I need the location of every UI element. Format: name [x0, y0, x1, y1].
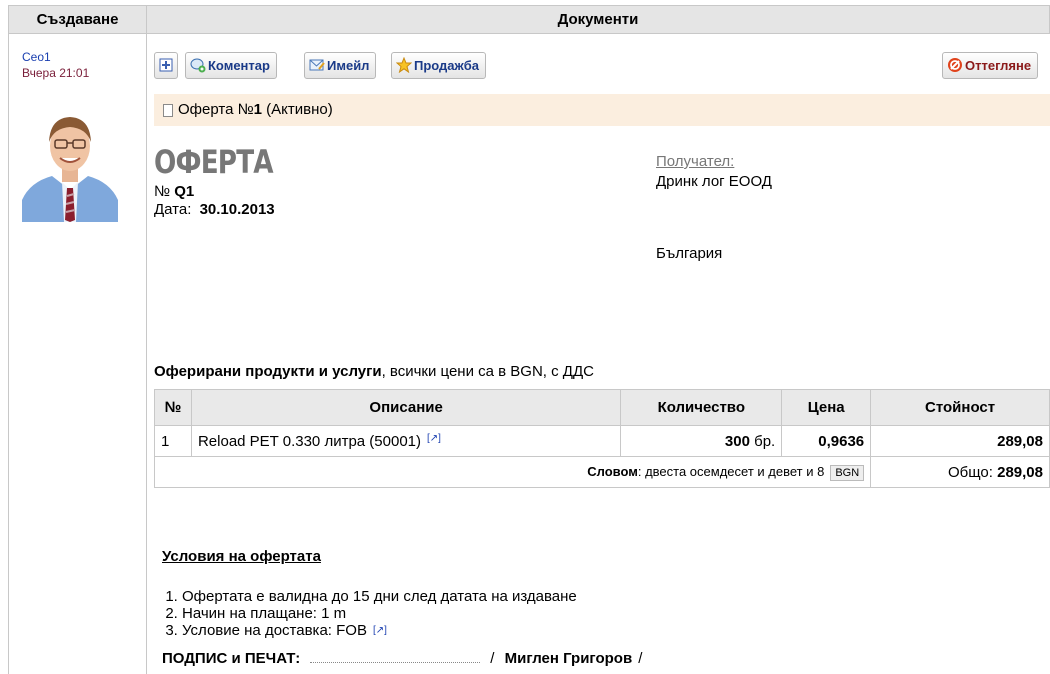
document-title: Оферта №1 (Активно)	[178, 101, 333, 118]
offer-date: 30.10.2013	[199, 201, 275, 218]
row-amount: 289,08	[870, 425, 1050, 457]
signature-dotted-line	[310, 651, 481, 663]
external-link-icon[interactable]: [↗]	[427, 433, 441, 444]
offer-number-line: № Q1	[154, 183, 194, 200]
signature-line: ПОДПИС и ПЕЧАТ: / Миглен Григоров /	[162, 650, 642, 667]
products-intro: Оферирани продукти и услуги, всички цени…	[154, 363, 594, 380]
total-value: 289,08	[997, 463, 1043, 481]
email-label: Имейл	[327, 58, 370, 73]
sale-button[interactable]: Продажба	[391, 52, 487, 79]
row-number: 1	[154, 425, 192, 457]
list-item: Офертата е валидна до 15 дни след датата…	[182, 588, 577, 605]
document-title-bar: Оферта №1 (Активно)	[154, 94, 1050, 126]
creator-column: Ceo1 Вчера 21:01	[8, 34, 147, 674]
created-time: Вчера 21:01	[22, 66, 90, 80]
conditions-title: Условия на офертата	[162, 548, 321, 565]
document-icon	[163, 104, 173, 117]
quantity-unit: бр.	[754, 432, 776, 450]
total-row: Словом: двеста осемдесет и девет и 8 BGN …	[153, 456, 1050, 488]
total-label: Общо:	[947, 463, 993, 481]
reject-button[interactable]: Оттегляне	[942, 52, 1039, 79]
document-number: 1	[253, 101, 263, 118]
plus-icon	[159, 58, 173, 72]
words-value: : двеста осемдесет и девет и 8	[637, 463, 825, 479]
products-note: , всички цени са в BGN, с ДДС	[381, 363, 594, 380]
signature-label: ПОДПИС и ПЕЧАТ:	[162, 650, 301, 667]
product-name: Reload PET 0.330 литра (50001)	[197, 432, 421, 450]
email-button[interactable]: Имейл	[304, 52, 377, 79]
cancel-icon	[948, 58, 962, 72]
list-item: Начин на плащане: 1 m	[182, 605, 577, 622]
row-description: Reload PET 0.330 литра (50001) [↗]	[190, 425, 622, 457]
document-status: (Активно)	[262, 101, 333, 118]
products-table: № Описание Количество Цена Стойност 1 Re…	[153, 389, 1050, 488]
sale-label: Продажба	[414, 58, 480, 73]
column-header-created: Създаване	[8, 5, 147, 34]
table-header-row: № Описание Количество Цена Стойност	[154, 389, 1050, 426]
column-header-documents: Документи	[146, 5, 1050, 34]
list-item: Условие на доставка: FOB [↗]	[182, 622, 577, 639]
comment-button[interactable]: Коментар	[185, 52, 277, 79]
offer-heading: ОФЕРТА	[154, 143, 274, 181]
offer-number-label: №	[154, 183, 171, 200]
column-header-no: №	[154, 389, 192, 426]
currency-badge: BGN	[830, 464, 865, 481]
document-prefix: Оферта №	[178, 101, 254, 118]
comment-label: Коментар	[208, 58, 270, 73]
column-header-amount: Стойност	[870, 389, 1050, 426]
signature-slash-end: /	[638, 650, 643, 667]
comment-icon	[190, 58, 206, 73]
total-cell: Общо: 289,08	[870, 456, 1050, 488]
amount-in-words: Словом: двеста осемдесет и девет и 8 BGN	[153, 456, 872, 488]
reject-label: Оттегляне	[965, 58, 1032, 73]
email-icon	[309, 59, 325, 71]
recipient-country: България	[656, 245, 723, 262]
conditions-list: Офертата е валидна до 15 дни след датата…	[182, 588, 577, 639]
recipient-name: Дринк лог ЕООД	[656, 173, 772, 190]
document-toolbar: Коментар Имейл Продажба Оттегляне	[154, 52, 1050, 82]
table-row: 1 Reload PET 0.330 литра (50001) [↗] 300 …	[154, 425, 1050, 457]
words-label: Словом	[587, 463, 638, 479]
column-header-quantity: Количество	[620, 389, 783, 426]
offer-number: Q1	[174, 183, 195, 200]
offer-date-line: Дата: 30.10.2013	[154, 201, 275, 218]
author-link[interactable]: Ceo1	[22, 50, 51, 64]
quantity-value: 300	[724, 432, 750, 450]
row-quantity: 300 бр.	[620, 425, 783, 457]
signature-slash: /	[490, 650, 495, 667]
offer-date-label: Дата:	[154, 201, 192, 218]
signatory-name: Миглен Григоров	[504, 650, 633, 667]
delivery-condition: Условие на доставка: FOB	[182, 622, 367, 639]
column-header-price: Цена	[781, 389, 872, 426]
avatar[interactable]	[22, 102, 118, 222]
row-price: 0,9636	[781, 425, 872, 457]
column-header-description: Описание	[190, 389, 622, 426]
products-heading: Оферирани продукти и услуги	[154, 363, 382, 380]
add-button[interactable]	[154, 52, 178, 79]
star-icon	[396, 57, 412, 73]
external-link-icon[interactable]: [↗]	[373, 625, 387, 636]
documents-frame: Създаване Документи Ceo1 Вчера 21:01 Ком…	[8, 5, 1050, 674]
recipient-label: Получател:	[656, 153, 735, 170]
